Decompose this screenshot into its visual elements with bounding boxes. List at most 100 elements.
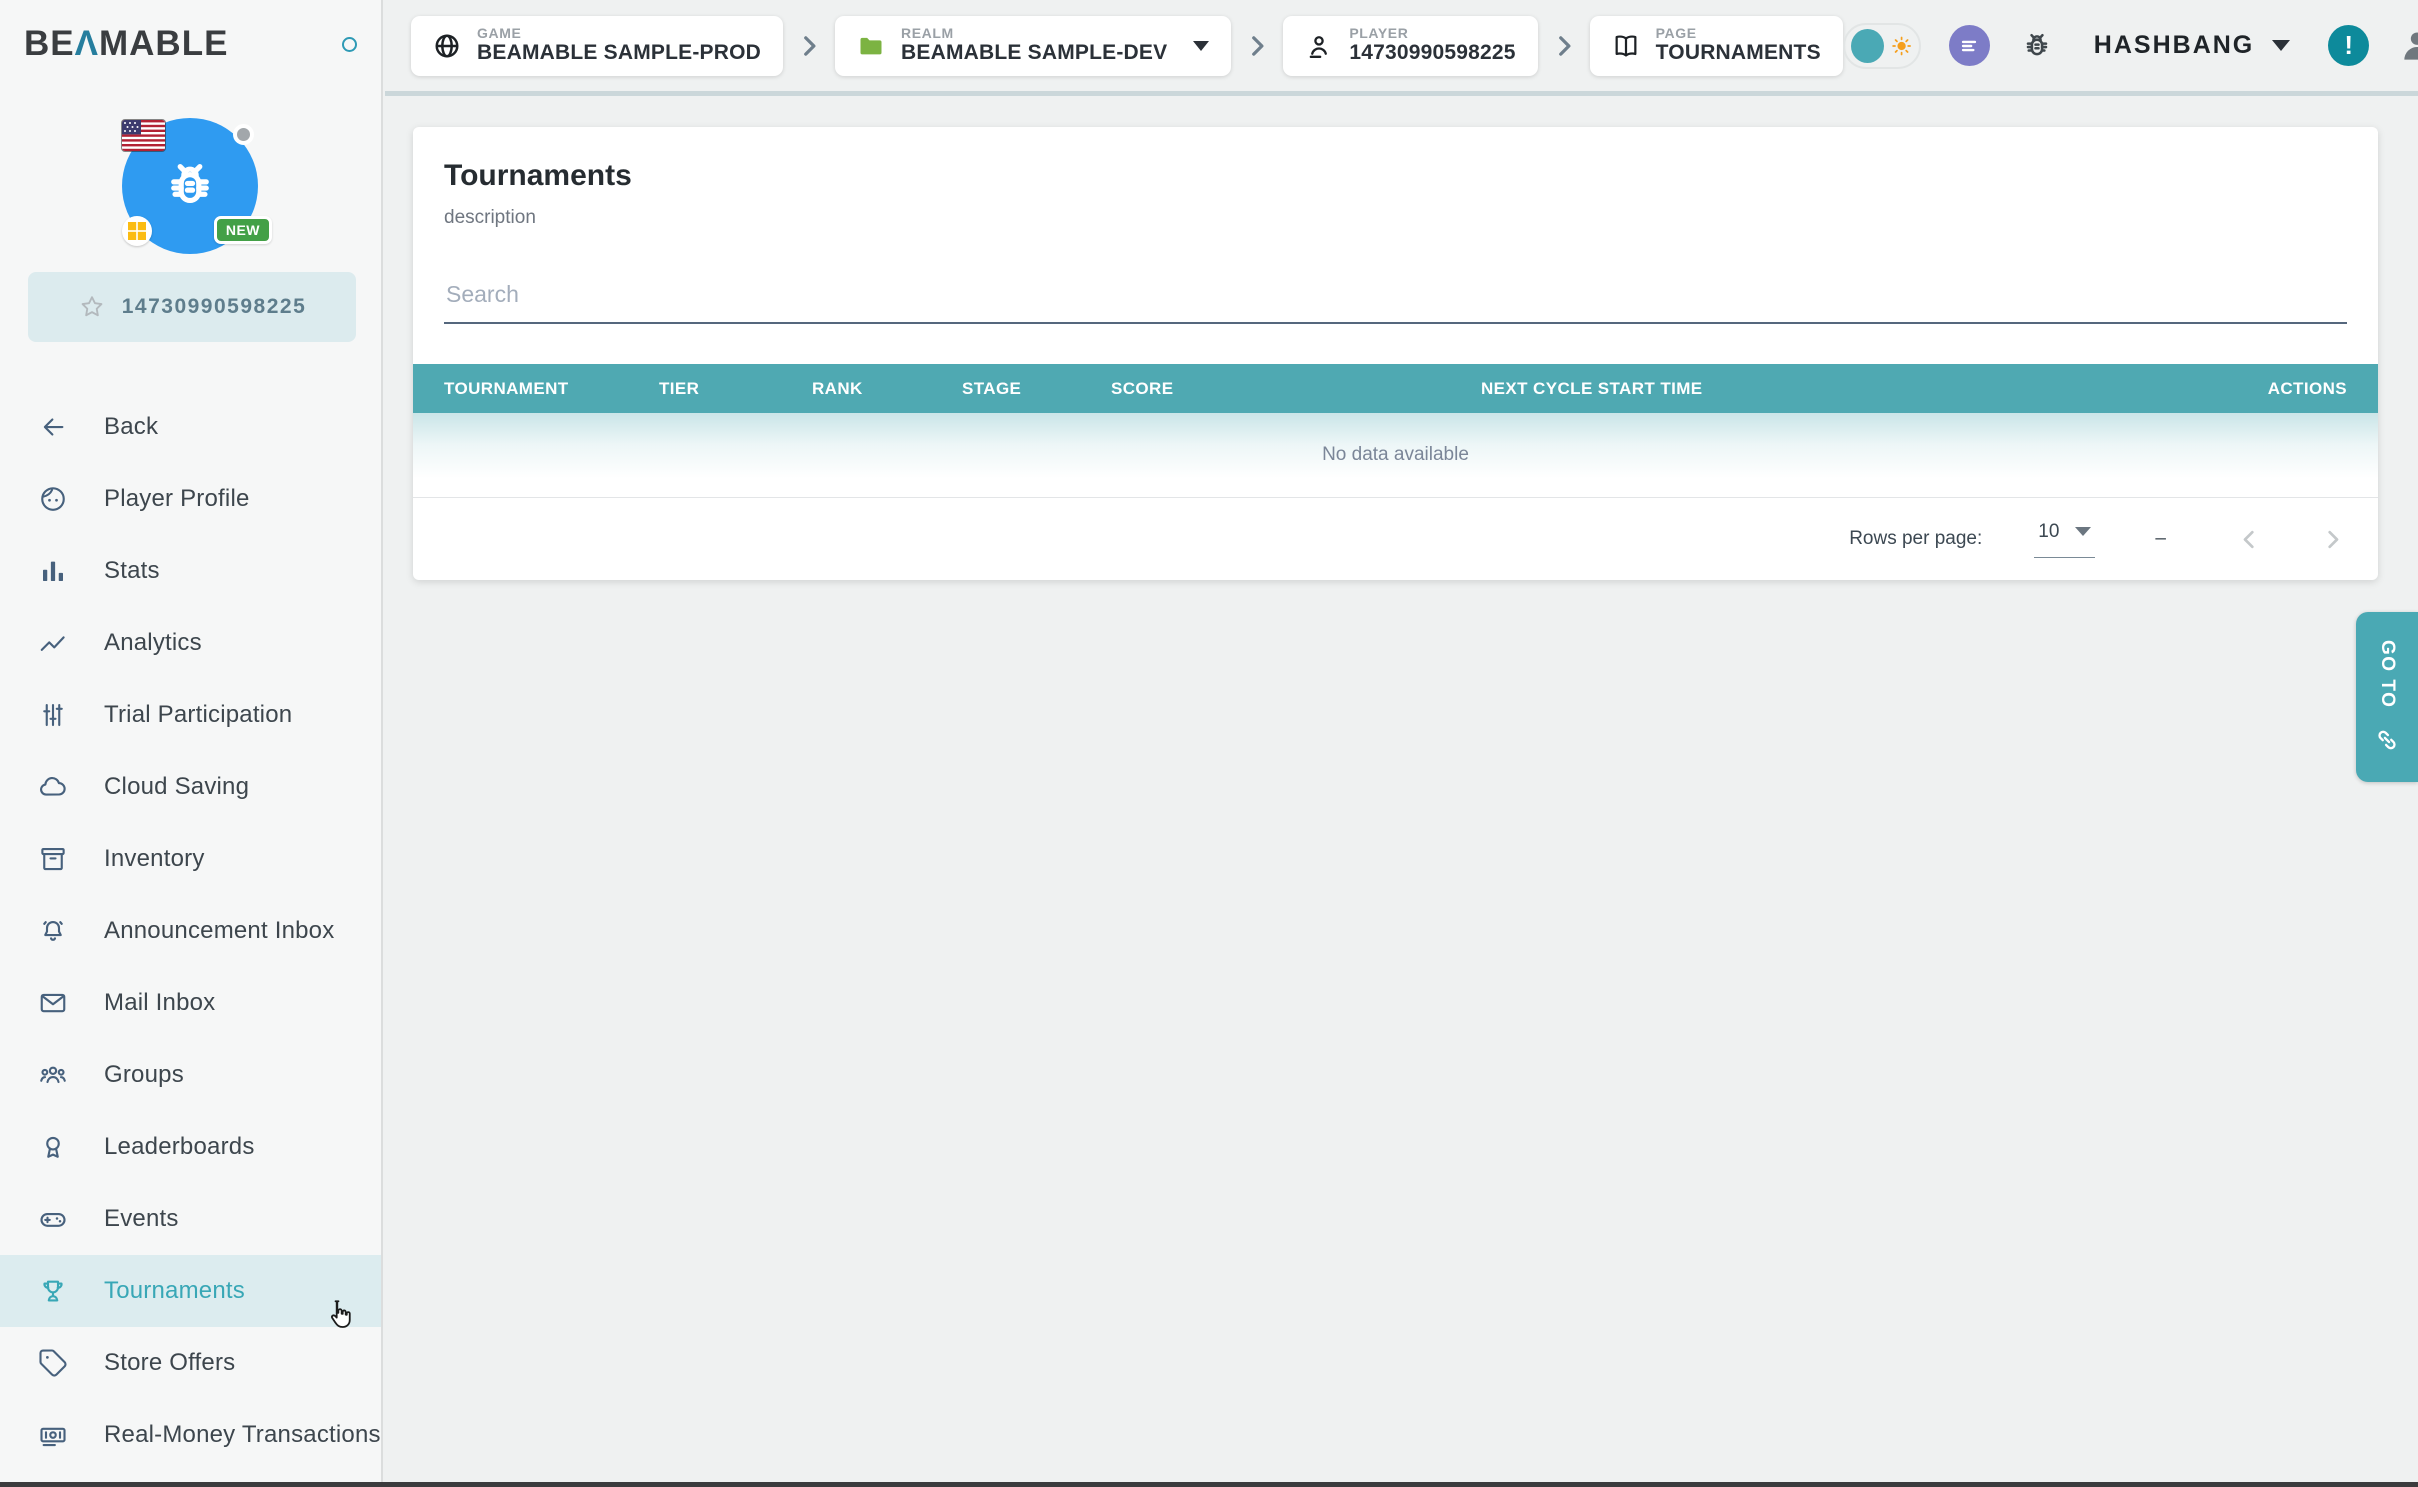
- empty-text: No data available: [1322, 444, 1469, 466]
- logs-button[interactable]: [1949, 25, 1990, 66]
- sidebar-item-mail-inbox[interactable]: Mail Inbox: [0, 967, 381, 1039]
- book-icon: [1612, 32, 1640, 60]
- beamable-portal: BEΛMABLE: [0, 0, 2418, 1487]
- star-icon[interactable]: [78, 293, 106, 321]
- sidebar-item-label: Store Offers: [104, 1349, 235, 1377]
- sliders-icon: [38, 700, 68, 730]
- back-arrow-icon: [38, 412, 68, 442]
- breadcrumb-game-chip[interactable]: GAME BEAMABLE SAMPLE-PROD: [411, 16, 783, 76]
- sidebar-item-leaderboards[interactable]: Leaderboards: [0, 1111, 381, 1183]
- sidebar-item-inventory[interactable]: Inventory: [0, 823, 381, 895]
- sidebar-item-label: Mail Inbox: [104, 989, 215, 1017]
- sidebar-item-stats[interactable]: Stats: [0, 535, 381, 607]
- column-score: SCORE: [1111, 379, 1481, 399]
- player-avatar[interactable]: NEW: [122, 118, 258, 254]
- page-title: Tournaments: [444, 159, 632, 193]
- search-field-wrap: [444, 273, 2347, 324]
- trophy-icon: [38, 1276, 68, 1306]
- breadcrumb-realm-chip[interactable]: REALM BEAMABLE SAMPLE-DEV: [835, 16, 1231, 76]
- sidebar-item-real-money-transactions[interactable]: Real-Money Transactions: [0, 1399, 381, 1471]
- sidebar: BEΛMABLE: [0, 0, 383, 1487]
- envelope-icon: [38, 988, 68, 1018]
- sidebar-item-analytics[interactable]: Analytics: [0, 607, 381, 679]
- column-tournament: TOURNAMENT: [444, 379, 659, 399]
- breadcrumb-value: BEAMABLE SAMPLE-DEV: [901, 41, 1167, 65]
- breadcrumb-player-chip[interactable]: PLAYER 14730990598225: [1283, 16, 1537, 76]
- sidebar-item-announcement-inbox[interactable]: Announcement Inbox: [0, 895, 381, 967]
- sidebar-item-tournaments[interactable]: Tournaments: [0, 1255, 381, 1327]
- sidebar-item-events[interactable]: Events: [0, 1183, 381, 1255]
- theme-toggle[interactable]: [1843, 23, 1921, 69]
- people-icon: [38, 1060, 68, 1090]
- bug-avatar-icon: [159, 155, 221, 217]
- player-id-box[interactable]: 14730990598225: [28, 272, 356, 342]
- archive-box-icon: [38, 844, 68, 874]
- column-next-cycle-start-time: NEXT CYCLE START TIME: [1481, 379, 2268, 399]
- chevron-right-icon: [1551, 33, 1577, 59]
- folder-icon: [857, 32, 885, 60]
- breadcrumb-kind: GAME: [477, 25, 761, 41]
- sidebar-item-store-offers[interactable]: Store Offers: [0, 1327, 381, 1399]
- column-stage: STAGE: [962, 379, 1111, 399]
- sidebar-nav: Back Player Profile Stats: [0, 391, 381, 1471]
- chevron-right-icon: [796, 33, 822, 59]
- debug-button[interactable]: [2018, 27, 2056, 65]
- cloud-icon: [38, 772, 68, 802]
- logo-caret-glyph: Λ: [75, 24, 99, 63]
- sidebar-item-player-profile[interactable]: Player Profile: [0, 463, 381, 535]
- exclamation-icon: !: [2344, 30, 2353, 61]
- previous-page-button[interactable]: [2236, 526, 2263, 553]
- breadcrumb: GAME BEAMABLE SAMPLE-PROD REALM BEAMABLE…: [411, 16, 1843, 76]
- trend-line-icon: [38, 628, 68, 658]
- beamable-logo: BEΛMABLE: [24, 24, 228, 64]
- account-icon[interactable]: [2397, 26, 2418, 66]
- gamepad-icon: [38, 1204, 68, 1234]
- breadcrumb-value: BEAMABLE SAMPLE-PROD: [477, 41, 761, 65]
- page-subtitle: description: [444, 207, 536, 229]
- column-rank: RANK: [812, 379, 962, 399]
- sidebar-item-label: Inventory: [104, 845, 205, 873]
- bell-icon: [38, 916, 68, 946]
- tag-icon: [38, 1348, 68, 1378]
- new-badge: NEW: [214, 216, 272, 244]
- banknote-icon: [38, 1420, 68, 1450]
- go-to-button[interactable]: GO TO: [2356, 612, 2418, 782]
- search-input[interactable]: [444, 273, 2347, 324]
- sidebar-item-label: Tournaments: [104, 1277, 245, 1305]
- chevron-down-icon: [2272, 40, 2290, 51]
- topbar: GAME BEAMABLE SAMPLE-PROD REALM BEAMABLE…: [385, 0, 2418, 96]
- org-switcher[interactable]: HASHBANG: [2094, 31, 2290, 60]
- breadcrumb-kind: PLAYER: [1349, 25, 1515, 41]
- breadcrumb-value: TOURNAMENTS: [1656, 41, 1821, 65]
- sidebar-item-label: Analytics: [104, 629, 202, 657]
- breadcrumb-page-chip[interactable]: PAGE TOURNAMENTS: [1590, 16, 1843, 76]
- alert-button[interactable]: !: [2328, 25, 2369, 66]
- rows-per-page-select[interactable]: 10: [2034, 521, 2095, 558]
- link-icon: [2373, 726, 2401, 754]
- face-icon: [38, 484, 68, 514]
- us-flag-icon: [122, 120, 165, 151]
- sidebar-item-trial-participation[interactable]: Trial Participation: [0, 679, 381, 751]
- sidebar-item-cloud-saving[interactable]: Cloud Saving: [0, 751, 381, 823]
- chevron-down-icon[interactable]: [1193, 41, 1209, 51]
- sidebar-item-back[interactable]: Back: [0, 391, 381, 463]
- sidebar-item-label: Back: [104, 413, 158, 441]
- windows-badge-icon: [122, 216, 152, 246]
- medal-icon: [38, 1132, 68, 1162]
- sun-icon: [1890, 34, 1913, 58]
- theme-knob: [1851, 29, 1884, 63]
- list-lines-icon: [1956, 33, 1982, 59]
- rows-per-page-value: 10: [2038, 521, 2059, 543]
- sidebar-item-label: Trial Participation: [104, 701, 292, 729]
- sidebar-item-label: Groups: [104, 1061, 184, 1089]
- person-icon: [1305, 32, 1333, 60]
- sidebar-item-groups[interactable]: Groups: [0, 1039, 381, 1111]
- bar-chart-icon: [38, 556, 68, 586]
- sidebar-item-label: Cloud Saving: [104, 773, 249, 801]
- breadcrumb-kind: REALM: [901, 25, 1167, 41]
- breadcrumb-kind: PAGE: [1656, 25, 1821, 41]
- player-id-value: 14730990598225: [122, 295, 307, 319]
- chevron-right-icon: [1244, 33, 1270, 59]
- next-page-button[interactable]: [2319, 526, 2346, 553]
- page-range: –: [2155, 528, 2166, 550]
